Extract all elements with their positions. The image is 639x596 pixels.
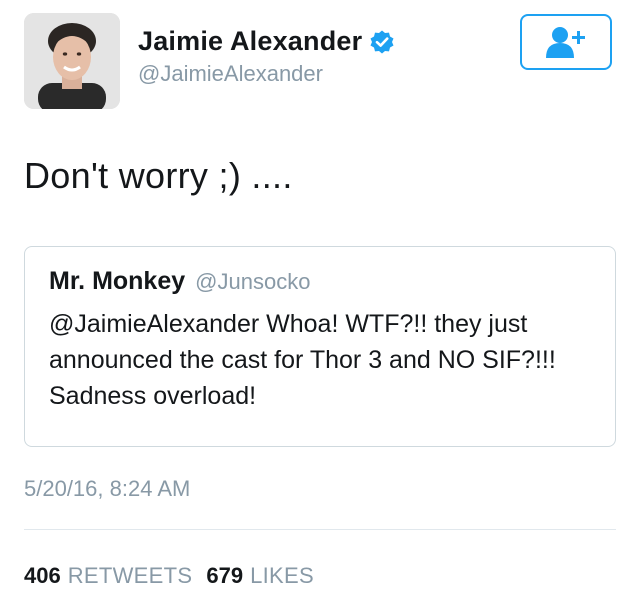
likes-stat[interactable]: 679 LIKES [206,563,314,589]
quoted-author-name: Mr. Monkey [49,267,186,295]
avatar[interactable] [24,13,120,109]
likes-count: 679 [206,563,244,588]
verified-badge-icon [369,29,395,55]
tweet-text: Don't worry ;) .... [24,155,293,196]
author-name-row: Jaimie Alexander [138,26,395,57]
author-display-name[interactable]: Jaimie Alexander [138,26,362,57]
tweet-stats: 406 RETWEETS 679 LIKES [24,563,328,589]
quoted-tweet-text: @JaimieAlexander Whoa! WTF?!! they just … [49,310,556,410]
likes-label: LIKES [250,563,314,588]
retweets-count: 406 [24,563,61,588]
quoted-tweet-card[interactable]: Mr. Monkey @Junsocko @JaimieAlexander Wh… [24,246,616,447]
author-info: Jaimie Alexander @JaimieAlexander [138,26,395,87]
retweets-stat[interactable]: 406 RETWEETS [24,563,192,589]
quoted-author-handle: @Junsocko [195,269,311,294]
quoted-tweet-header: Mr. Monkey @Junsocko [49,267,591,296]
retweets-label: RETWEETS [67,563,193,588]
author-handle[interactable]: @JaimieAlexander [138,61,395,87]
tweet-timestamp: 5/20/16, 8:24 AM [24,476,191,501]
add-user-icon [546,27,585,58]
avatar-photo [24,13,120,109]
divider [24,529,616,530]
follow-button[interactable] [520,14,612,70]
